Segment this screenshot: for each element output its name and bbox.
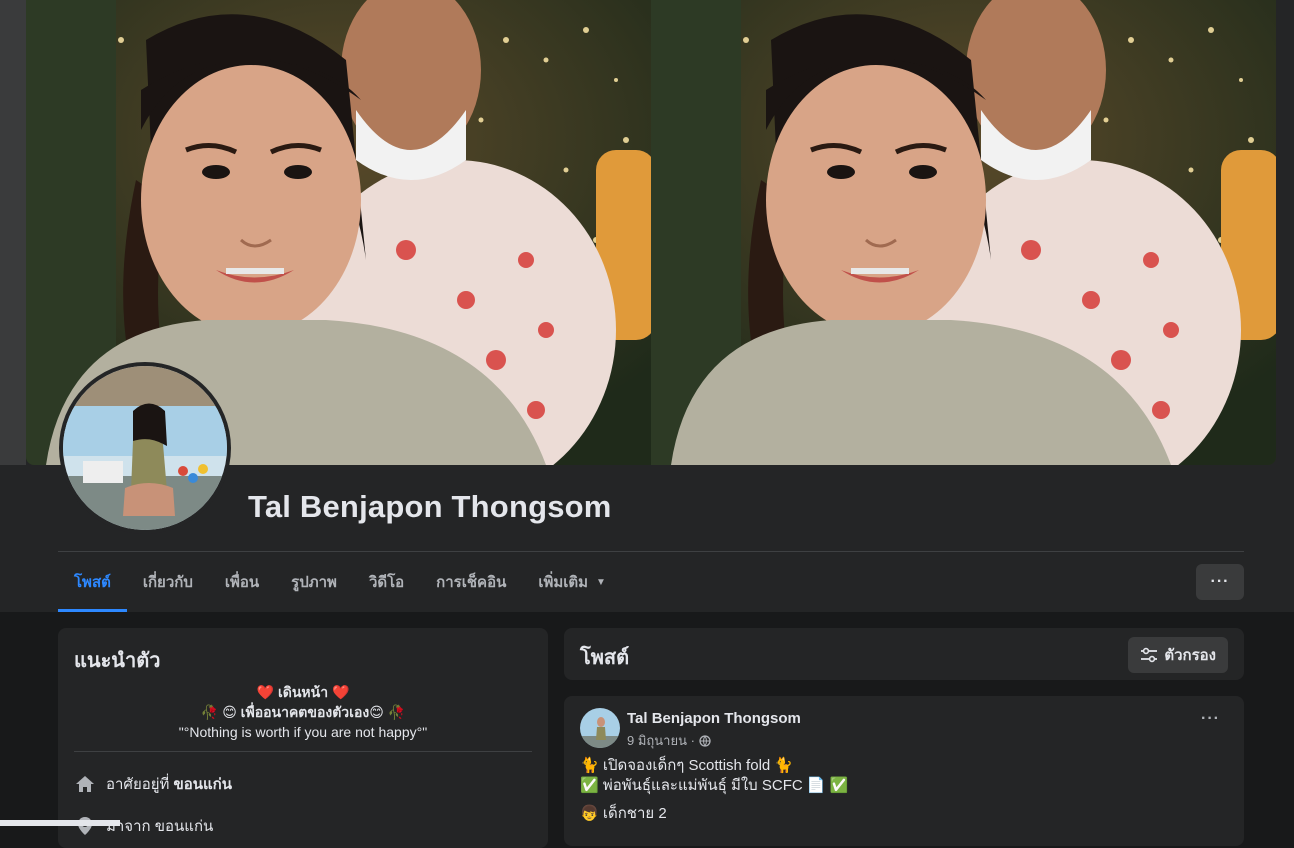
intro-title: แนะนำตัว — [74, 650, 161, 672]
globe-icon — [699, 734, 711, 747]
profile-tabs: โพสต์ เกี่ยวกับ เพื่อน รูปภาพ วิดีโอ การ… — [58, 552, 622, 612]
profile-name: Tal Benjapon Thongsom — [248, 489, 612, 524]
tab-videos[interactable]: วิดีโอ — [353, 552, 420, 612]
post-line-1: 🐈 เปิดจองเด็กๆ Scottish fold 🐈 — [580, 757, 794, 774]
post-meta: 9 มิถุนายน · — [627, 730, 711, 751]
from-text: มาจาก ขอนแก่น — [106, 818, 214, 835]
intro-bio: ❤️ เดินหน้า ❤️ 🥀 😊 เพื่ออนาคตของตัวเอง😊 … — [74, 682, 532, 742]
bio-line-1: ❤️ เดินหน้า ❤️ — [256, 684, 350, 700]
lives-in-row: อาศัยอยู่ที่ ขอนแก่น — [74, 772, 232, 796]
post-author-name[interactable]: Tal Benjapon Thongsom — [627, 710, 801, 727]
post-author-avatar[interactable] — [580, 708, 620, 748]
lives-in-prefix: อาศัยอยู่ที่ — [106, 776, 170, 793]
post-body: 🐈 เปิดจองเด็กๆ Scottish fold 🐈 ✅ พ่อพันธ… — [580, 756, 848, 824]
chevron-down-icon: ▼ — [596, 576, 606, 588]
filter-label: ตัวกรอง — [1164, 647, 1216, 664]
filter-button[interactable]: ตัวกรอง — [1128, 637, 1228, 673]
tab-more[interactable]: เพิ่มเติม ▼ — [522, 552, 622, 612]
tab-friends[interactable]: เพื่อน — [209, 552, 275, 612]
tab-more-label: เพิ่มเติม — [538, 574, 589, 591]
lives-in-value[interactable]: ขอนแก่น — [173, 772, 232, 796]
post-card: Tal Benjapon Thongsom 9 มิถุนายน · ··· 🐈… — [564, 696, 1244, 846]
profile-avatar-image — [63, 366, 227, 530]
posts-title: โพสต์ — [580, 647, 630, 669]
profile-more-button[interactable]: ··· — [1196, 564, 1244, 600]
post-line-2: ✅ พ่อพันธุ์และแม่พันธุ์ มีใบ SCFC 📄 ✅ — [580, 777, 849, 794]
tab-photos[interactable]: รูปภาพ — [275, 552, 353, 612]
intro-divider — [74, 751, 532, 752]
tab-about[interactable]: เกี่ยวกับ — [127, 552, 209, 612]
tab-posts[interactable]: โพสต์ — [58, 552, 127, 612]
location-pin-icon — [74, 815, 96, 837]
tab-checkins[interactable]: การเช็คอิน — [420, 552, 522, 612]
post-date[interactable]: 9 มิถุนายน · — [627, 730, 695, 751]
from-row: มาจาก ขอนแก่น — [74, 814, 213, 838]
left-edge-strip — [0, 0, 26, 465]
filter-sliders-icon — [1140, 647, 1158, 663]
bio-line-3: "°Nothing is worth if you are not happy°… — [178, 724, 428, 740]
post-more-button[interactable]: ··· — [1201, 710, 1220, 728]
window-edge — [0, 820, 120, 826]
bio-line-2: 🥀 😊 เพื่ออนาคตของตัวเอง😊 🥀 — [200, 704, 406, 720]
intro-card: แนะนำตัว ❤️ เดินหน้า ❤️ 🥀 😊 เพื่ออนาคตขอ… — [58, 628, 548, 848]
posts-header-card: โพสต์ ตัวกรอง — [564, 628, 1244, 680]
home-icon — [74, 773, 96, 795]
profile-avatar[interactable] — [59, 362, 231, 534]
post-line-3: 👦 เด็กชาย 2 — [580, 805, 667, 822]
